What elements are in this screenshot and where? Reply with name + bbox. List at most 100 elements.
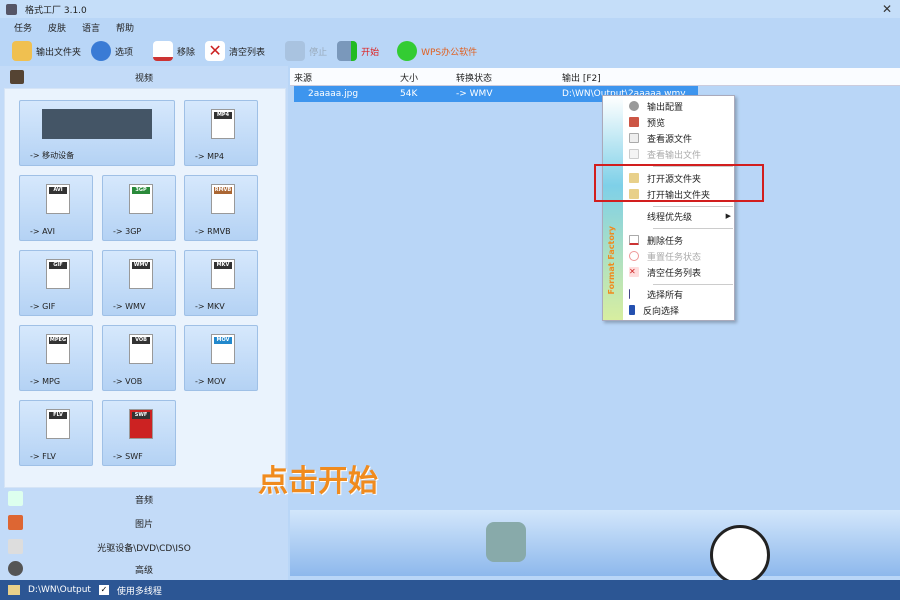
category-rom-device[interactable]: 光驱设备\DVD\CD\ISO xyxy=(0,536,288,558)
options-icon xyxy=(91,41,112,61)
col-status[interactable]: 转换状态 xyxy=(456,71,492,84)
swf-icon: SWF xyxy=(129,409,153,439)
label: 视频 xyxy=(134,73,153,84)
menu-view-source[interactable]: 查看源文件 xyxy=(625,130,735,146)
label: 反向选择 xyxy=(643,306,680,317)
start-icon xyxy=(337,41,358,61)
label: -> SWF xyxy=(113,452,143,461)
reset-icon xyxy=(629,251,639,261)
label: 选择所有 xyxy=(647,290,684,301)
tile-3gp[interactable]: 3GP -> 3GP xyxy=(102,175,176,241)
tile-mp4[interactable]: MP4 -> MP4 xyxy=(184,100,258,166)
tile-mobile[interactable]: -> 移动设备 xyxy=(19,100,175,166)
submenu-arrow-icon: ▶ xyxy=(725,212,731,220)
video-category-header[interactable]: 视频 xyxy=(0,66,288,88)
tile-avi[interactable]: AVI -> AVI xyxy=(19,175,93,241)
tile-mkv[interactable]: MKV -> MKV xyxy=(184,250,258,316)
tile-mpg[interactable]: MPEG -> MPG xyxy=(19,325,93,391)
toolbar: 输出文件夹 选项 移除 ✕ 清空列表 停止 开始 WPS办公软件 xyxy=(0,36,900,66)
menu-clear-list[interactable]: ✕ 清空任务列表 xyxy=(625,264,735,280)
label: 选项 xyxy=(115,47,134,58)
panda-logo xyxy=(710,525,770,585)
separator xyxy=(653,228,733,229)
wps-button[interactable]: WPS办公软件 xyxy=(397,41,477,61)
label: -> AVI xyxy=(30,227,55,236)
menu-preview[interactable]: 预览 xyxy=(625,114,735,130)
app-icon xyxy=(6,3,17,15)
avi-icon: AVI xyxy=(46,184,70,214)
disc-drive-icon xyxy=(8,539,23,554)
remove-icon xyxy=(153,41,174,61)
delete-icon xyxy=(629,235,639,245)
menu-help[interactable]: 帮助 xyxy=(116,21,134,34)
label: -> VOB xyxy=(113,377,143,386)
category-advanced[interactable]: 高级 xyxy=(0,558,288,580)
label: 音频 xyxy=(134,495,153,506)
music-icon xyxy=(8,491,23,506)
mp4-icon: MP4 xyxy=(211,109,235,139)
label: 高级 xyxy=(134,565,153,576)
category-audio[interactable]: 音频 xyxy=(0,488,288,510)
globe-icon xyxy=(397,41,418,61)
category-picture[interactable]: 图片 xyxy=(0,512,288,534)
output-folder-button[interactable]: 输出文件夹 xyxy=(12,41,81,61)
menu-view-output[interactable]: 查看输出文件 xyxy=(625,146,735,162)
video-icon xyxy=(10,70,24,84)
file-icon xyxy=(629,133,639,143)
3gp-icon: 3GP xyxy=(129,184,153,214)
clear-icon: ✕ xyxy=(629,267,639,277)
start-banner[interactable] xyxy=(290,510,900,576)
tile-mov[interactable]: MOV -> MOV xyxy=(184,325,258,391)
flv-icon: FLV xyxy=(46,409,70,439)
label: 线程优先级 xyxy=(647,212,693,223)
label: -> FLV xyxy=(30,452,56,461)
remove-button[interactable]: 移除 xyxy=(153,41,195,61)
options-button[interactable]: 选项 xyxy=(91,41,133,61)
menu-task[interactable]: 任务 xyxy=(14,21,32,34)
size-cell: 54K xyxy=(400,89,418,99)
multithread-checkbox[interactable]: ✓ xyxy=(98,585,109,595)
tile-vob[interactable]: VOB -> VOB xyxy=(102,325,176,391)
col-output[interactable]: 输出 [F2] xyxy=(562,71,601,84)
stop-button[interactable]: 停止 xyxy=(285,41,327,61)
tile-swf[interactable]: SWF -> SWF xyxy=(102,400,176,466)
tile-rmvb[interactable]: RMVB -> RMVB xyxy=(184,175,258,241)
file-icon xyxy=(629,149,639,159)
tile-wmv[interactable]: WMV -> WMV xyxy=(102,250,176,316)
close-icon[interactable]: ✕ xyxy=(882,2,892,16)
menu-skin[interactable]: 皮肤 xyxy=(48,21,66,34)
video-format-grid: -> 移动设备 MP4 -> MP4 AVI -> AVI 3GP -> 3GP RM… xyxy=(4,88,286,488)
clear-list-button[interactable]: ✕ 清空列表 xyxy=(205,41,265,61)
click-start-text[interactable]: 点击开始 xyxy=(258,456,378,500)
start-button[interactable]: 开始 xyxy=(337,41,379,61)
label: 清空任务列表 xyxy=(647,268,702,279)
invert-icon xyxy=(629,305,635,315)
status-bar: D:\WN\Output ✓ 使用多线程 xyxy=(0,580,900,600)
separator xyxy=(653,284,733,285)
label: -> RMVB xyxy=(195,227,231,236)
separator xyxy=(653,206,733,207)
mobile-devices-icon xyxy=(42,109,152,139)
tile-flv[interactable]: FLV -> FLV xyxy=(19,400,93,466)
col-size[interactable]: 大小 xyxy=(400,71,418,84)
category-panel: 视频 -> 移动设备 MP4 -> MP4 AVI -> AVI 3GP -> 3GP… xyxy=(0,66,288,580)
menu-delete-task[interactable]: 删除任务 xyxy=(625,232,735,248)
menu-select-all[interactable]: 选择所有 xyxy=(625,286,735,302)
gif-icon: GIF xyxy=(46,259,70,289)
output-path[interactable]: D:\WN\Output xyxy=(28,585,91,595)
menu-language[interactable]: 语言 xyxy=(82,21,100,34)
rmvb-icon: RMVB xyxy=(211,184,235,214)
wmv-icon: WMV xyxy=(129,259,153,289)
tile-gif[interactable]: GIF -> GIF xyxy=(19,250,93,316)
label: 输出文件夹 xyxy=(36,47,82,58)
mpg-icon: MPEG xyxy=(46,334,70,364)
task-list-header: 来源 大小 转换状态 输出 [F2] xyxy=(290,68,900,86)
col-source[interactable]: 来源 xyxy=(294,71,312,84)
task-panel: 来源 大小 转换状态 输出 [F2] 2aaaaa.jpg 54K -> WMV… xyxy=(290,66,900,580)
preview-icon xyxy=(629,117,639,127)
menu-reset-status[interactable]: 重置任务状态 xyxy=(625,248,735,264)
menu-output-settings[interactable]: 输出配置 xyxy=(625,98,735,114)
menu-thread-priority[interactable]: 线程优先级 ▶ xyxy=(625,208,735,224)
label: 删除任务 xyxy=(647,236,684,247)
menu-invert-selection[interactable]: 反向选择 xyxy=(625,302,735,318)
